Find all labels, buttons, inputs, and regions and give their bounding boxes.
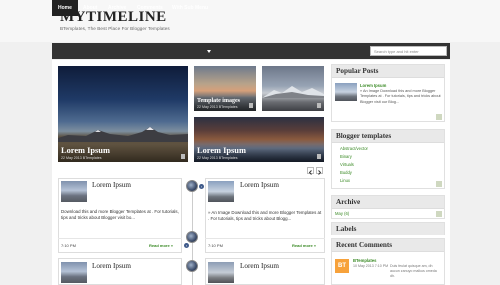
labels-heading: Labels: [332, 223, 444, 235]
featured-main-title[interactable]: Lorem Ipsum: [61, 146, 185, 155]
post-thumbnail[interactable]: [61, 181, 87, 202]
chevron-right-icon: [318, 170, 322, 175]
featured-main-image[interactable]: Lorem Ipsum 22 May 2013 BTemplates: [58, 66, 188, 162]
featured-template-images[interactable]: Template images 22 May 2013 BTemplates: [194, 66, 256, 111]
timeline-arrow-icon: ›: [184, 243, 189, 248]
timeline-avatar: [186, 260, 198, 272]
nav-item-home[interactable]: Home: [52, 0, 78, 16]
chevron-left-icon: [308, 170, 312, 175]
nav-item-archive[interactable]: Archive: [108, 0, 126, 16]
read-more-link[interactable]: Read more »: [149, 243, 173, 248]
post-excerpt: » An Image Download this and more Blogge…: [208, 210, 322, 222]
popular-posts-heading: Popular Posts: [332, 65, 444, 78]
resize-handle-icon: [436, 114, 442, 120]
post-divider: [58, 238, 182, 239]
post-time: 7:10 PM: [61, 243, 76, 248]
search-placeholder: Search type and hit enter: [374, 49, 419, 54]
slider-next-button[interactable]: [316, 167, 323, 175]
popular-post-thumbnail[interactable]: [335, 83, 357, 101]
post-excerpt: Download this and more Blogger Templates…: [61, 209, 179, 221]
timeline-avatar: [186, 231, 198, 243]
comment-author[interactable]: BTemplates: [353, 258, 376, 263]
comment-text: Duis feulat quisque am, dh aucun zanuyo …: [390, 264, 437, 278]
featured-bottom-meta: 22 May 2013 BTemplates: [197, 156, 238, 160]
archive-heading: Archive: [332, 196, 444, 209]
post-title[interactable]: Lorem Ipsum: [240, 181, 279, 189]
comment-icon: [317, 154, 321, 159]
caret-down-icon[interactable]: [207, 50, 211, 53]
mountains-graphic: [58, 127, 188, 142]
post-thumbnail[interactable]: [61, 262, 87, 283]
post-title[interactable]: Lorem Ipsum: [240, 262, 279, 270]
search-input[interactable]: Search type and hit enter: [370, 46, 447, 56]
featured-template-title[interactable]: Template images: [197, 98, 253, 104]
recent-comments-heading: Recent Comments: [332, 239, 444, 252]
labels-widget: Labels: [331, 222, 445, 235]
post-thumbnail[interactable]: [208, 181, 234, 202]
post-thumbnail[interactable]: [208, 262, 234, 283]
timeline-avatar: [186, 180, 198, 192]
blogger-templates-heading: Blogger templates: [332, 130, 444, 143]
nav-item-with-sub-menu[interactable]: With Sub Menu: [172, 0, 208, 16]
resize-handle-icon: [436, 211, 442, 217]
read-more-link[interactable]: Read more »: [292, 243, 316, 248]
nav-item-about[interactable]: About: [83, 0, 97, 16]
template-link[interactable]: Binary: [340, 154, 352, 159]
site-description: BTemplates, The Best Place For Blogger T…: [60, 26, 170, 31]
timeline-arrow-icon: ‹: [199, 184, 204, 189]
featured-main-meta: 22 May 2013 BTemplates: [61, 156, 102, 160]
featured-template-meta: 22 May 2013 BTemplates: [197, 105, 238, 109]
comment-icon: [317, 103, 321, 108]
slider-prev-button[interactable]: [307, 167, 314, 175]
post-title[interactable]: Lorem Ipsum: [92, 262, 131, 270]
comment-icon: [181, 154, 185, 159]
btemplates-logo-icon: BT: [335, 259, 349, 273]
post-title[interactable]: Lorem Ipsum: [92, 181, 131, 189]
post-time: 7:10 PM: [208, 243, 223, 248]
popular-post-title[interactable]: Lorem Ipsum: [360, 83, 386, 88]
template-link[interactable]: Abstract/vector: [340, 146, 368, 151]
archive-item[interactable]: May (6): [335, 211, 349, 216]
featured-bottom-title[interactable]: Lorem Ipsum: [197, 146, 321, 155]
nav-item-comments[interactable]: Comments: [137, 0, 163, 16]
template-link[interactable]: Virtuals: [340, 162, 354, 167]
resize-handle-icon: [436, 181, 442, 187]
template-link[interactable]: Buddy: [340, 170, 352, 175]
comment-icon: [249, 103, 253, 108]
post-divider: [205, 238, 325, 239]
snow-mountain-graphic: [262, 86, 324, 98]
featured-bottom-image[interactable]: Lorem Ipsum 22 May 2013 BTemplates: [194, 117, 324, 162]
popular-post-excerpt: » An Image Download this and more Blogge…: [360, 89, 441, 104]
comment-date: 10 May 2013 7:10 PM: [353, 264, 389, 268]
featured-mountain-image[interactable]: [262, 66, 324, 111]
template-link[interactable]: Linux: [340, 178, 350, 183]
